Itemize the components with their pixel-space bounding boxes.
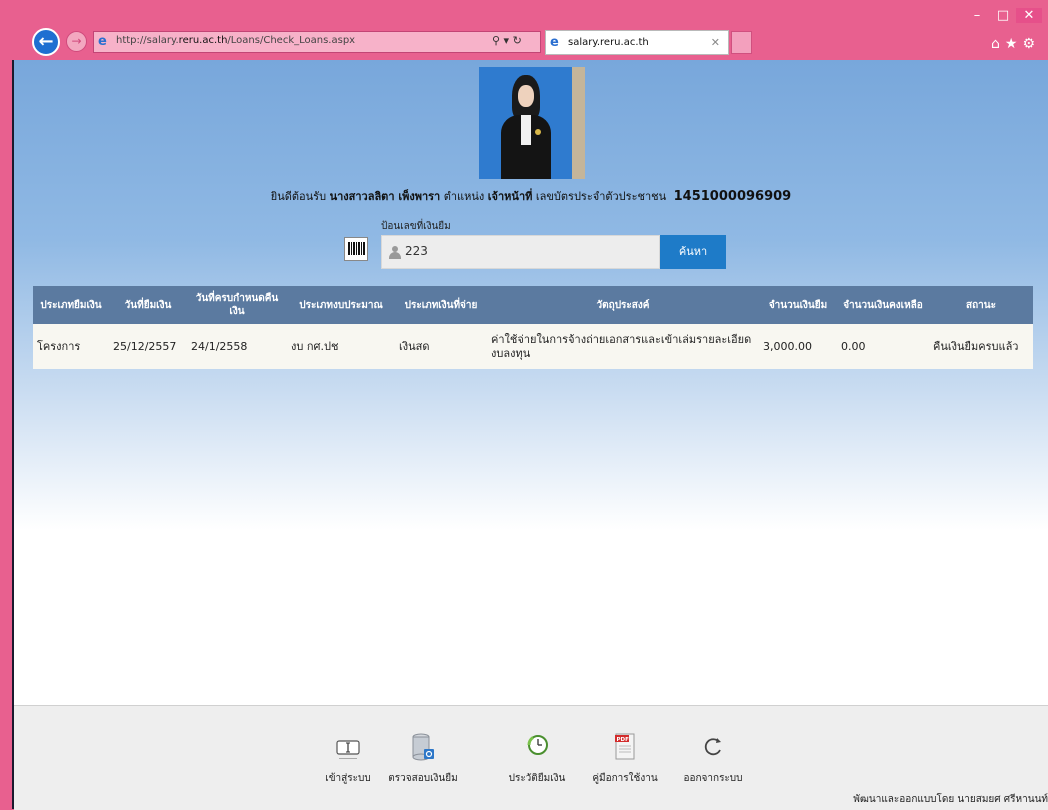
login-icon xyxy=(335,732,361,762)
page-content: ยินดีต้อนรับ นางสาวลลิตา เพ็งพารา ตำแหน่… xyxy=(14,60,1048,705)
close-icon[interactable]: ✕ xyxy=(1016,8,1042,23)
table-row: โครงการ 25/12/2557 24/1/2558 งบ กศ.ปช เง… xyxy=(33,324,1033,369)
browser-tab[interactable]: e salary.reru.ac.th ✕ xyxy=(545,30,729,55)
logout-icon xyxy=(700,732,726,762)
cell-status: คืนเงินยืมครบแล้ว xyxy=(929,324,1033,369)
address-bar[interactable]: e http://salary.reru.ac.th/Loans/Check_L… xyxy=(93,31,541,53)
header-balance: จำนวนเงินคงเหลือ xyxy=(837,286,929,324)
svg-text:PDF: PDF xyxy=(617,737,630,743)
back-button[interactable]: ← xyxy=(32,28,60,56)
welcome-line: ยินดีต้อนรับ นางสาวลลิตา เพ็งพารา ตำแหน่… xyxy=(14,187,1048,205)
history-icon xyxy=(524,732,550,762)
search-label: ป้อนเลขที่เงินยืม xyxy=(381,221,451,232)
address-url: http://salary.reru.ac.th/Loans/Check_Loa… xyxy=(116,35,356,46)
developer-credit: พัฒนาและออกแบบโดย นายสมยศ ศรีหานนท์ xyxy=(853,794,1048,805)
tab-title: salary.reru.ac.th xyxy=(568,37,649,48)
header-budget-type: ประเภทงบประมาณ xyxy=(287,286,395,324)
tab-close-icon[interactable]: ✕ xyxy=(711,36,720,49)
cell-purpose: ค่าใช้จ่ายในการจ้างถ่ายเอกสารและเข้าเล่ม… xyxy=(487,324,759,369)
header-status: สถานะ xyxy=(929,286,1033,324)
cell-budget-type: งบ กศ.ปช xyxy=(287,324,395,369)
header-purpose: วัตถุประสงค์ xyxy=(487,286,759,324)
maximize-icon[interactable]: □ xyxy=(990,8,1016,23)
browser-toolbar-icons: ⌂★⚙ xyxy=(991,36,1040,52)
home-icon[interactable]: ⌂ xyxy=(991,36,1005,52)
loans-table: ประเภทยืมเงิน วันที่ยืมเงิน วันที่ครบกำห… xyxy=(33,286,1033,369)
footer-label-logout: ออกจากระบบ xyxy=(683,773,743,784)
footer-item-manual[interactable]: PDF คู่มือการใช้งาน xyxy=(580,732,670,786)
header-due-date: วันที่ครบกำหนดคืนเงิน xyxy=(187,286,287,324)
cell-loan-type: โครงการ xyxy=(33,324,109,369)
ie-page-icon: e xyxy=(98,34,107,49)
footer-item-history[interactable]: ประวัติยืมเงิน xyxy=(492,732,582,786)
footer-label-history: ประวัติยืมเงิน xyxy=(508,773,566,784)
header-loan-type: ประเภทยืมเงิน xyxy=(33,286,109,324)
database-search-icon xyxy=(410,732,436,762)
user-icon xyxy=(389,246,401,259)
footer-label-check-loans: ตรวจสอบเงินยืม xyxy=(388,773,458,784)
forward-button[interactable]: → xyxy=(66,31,87,52)
window-left-border xyxy=(0,0,12,809)
footer-item-logout[interactable]: ออกจากระบบ xyxy=(668,732,758,786)
position-label: ตำแหน่ง xyxy=(443,190,485,203)
cell-loan-date: 25/12/2557 xyxy=(109,324,187,369)
header-payment-type: ประเภทเงินที่จ่าย xyxy=(395,286,487,324)
user-position: เจ้าหน้าที่ xyxy=(487,190,533,203)
cell-due-date: 24/1/2558 xyxy=(187,324,287,369)
cell-balance: 0.00 xyxy=(837,324,929,369)
window-controls: – □ ✕ xyxy=(964,8,1042,23)
pdf-icon: PDF xyxy=(612,732,638,762)
header-loan-amount: จำนวนเงินยืม xyxy=(759,286,837,324)
search-refresh-icons[interactable]: ⚲ ▾ ↻ xyxy=(492,34,522,47)
barcode-icon[interactable] xyxy=(344,237,368,261)
footer-item-check-loans[interactable]: ตรวจสอบเงินยืม xyxy=(378,732,468,786)
user-name: นางสาวลลิตา เพ็งพารา xyxy=(329,190,441,203)
header-loan-date: วันที่ยืมเงิน xyxy=(109,286,187,324)
cell-payment-type: เงินสด xyxy=(395,324,487,369)
table-header-row: ประเภทยืมเงิน วันที่ยืมเงิน วันที่ครบกำห… xyxy=(33,286,1033,324)
browser-titlebar: ← → e http://salary.reru.ac.th/Loans/Che… xyxy=(12,0,1048,60)
settings-gear-icon[interactable]: ⚙ xyxy=(1022,36,1040,52)
search-button[interactable]: ค้นหา xyxy=(660,235,726,269)
id-label: เลขบัตรประจำตัวประชาชน xyxy=(535,190,667,203)
footer-menu: เข้าสู่ระบบ ตรวจสอบเงินยืม ประวัติยืมเงิ… xyxy=(14,705,1048,810)
tab-favicon-icon: e xyxy=(550,35,559,50)
cell-loan-amount: 3,000.00 xyxy=(759,324,837,369)
favorites-star-icon[interactable]: ★ xyxy=(1005,36,1023,52)
loan-number-field[interactable] xyxy=(381,235,660,269)
new-tab-button[interactable] xyxy=(731,31,752,54)
welcome-greeting: ยินดีต้อนรับ xyxy=(270,190,327,203)
footer-label-manual: คู่มือการใช้งาน xyxy=(592,773,658,784)
loan-number-input[interactable] xyxy=(405,244,645,258)
minimize-icon[interactable]: – xyxy=(964,8,990,23)
profile-photo xyxy=(479,67,585,179)
id-number: 1451000096909 xyxy=(673,189,792,204)
